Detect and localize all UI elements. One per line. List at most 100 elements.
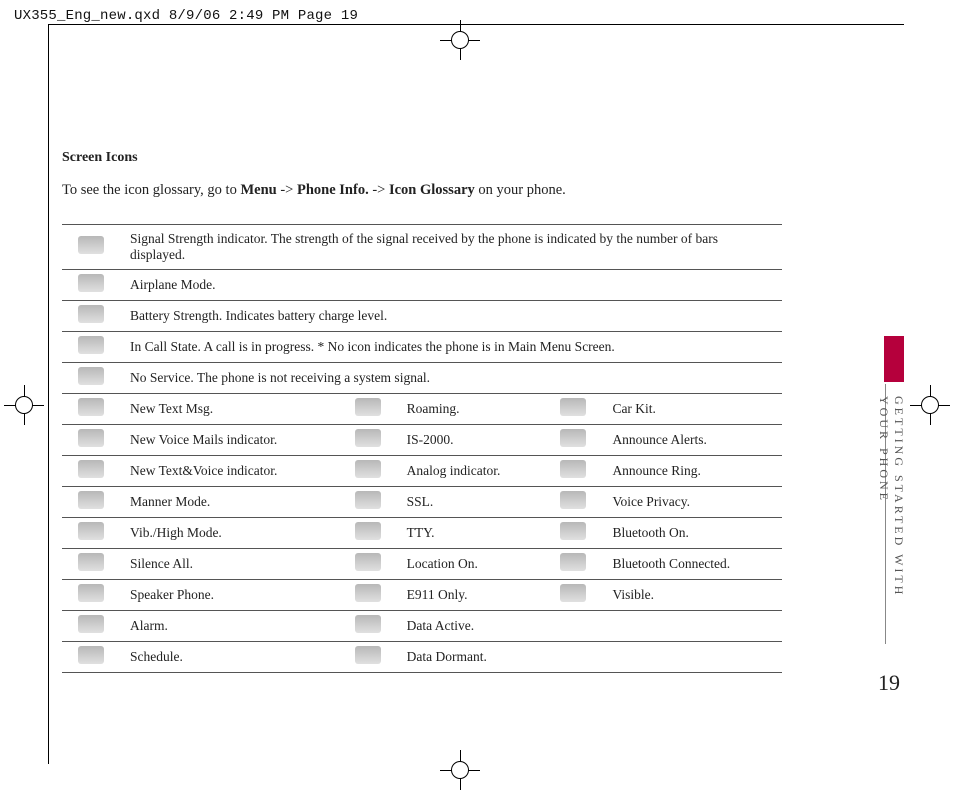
description-cell: Signal Strength indicator. The strength … (120, 224, 782, 269)
description-cell: Announce Ring. (602, 455, 782, 486)
description-cell: Alarm. (120, 610, 339, 641)
phone-icon (355, 553, 381, 571)
icon-cell (544, 610, 602, 641)
intro-bold-menu: Menu (240, 182, 276, 198)
table-row: Schedule. Data Dormant. (62, 641, 782, 672)
phone-icon (78, 305, 104, 323)
icon-cell (544, 579, 602, 610)
icon-cell (62, 362, 120, 393)
icon-cell (544, 548, 602, 579)
page-content: Screen Icons To see the icon glossary, g… (62, 150, 782, 673)
icon-table: Signal Strength indicator. The strength … (62, 224, 782, 673)
table-row: New Text&Voice indicator. Analog indicato… (62, 455, 782, 486)
phone-icon (560, 491, 586, 509)
table-row: New Text Msg. Roaming. Car Kit. (62, 393, 782, 424)
phone-icon (355, 615, 381, 633)
table-row: Signal Strength indicator. The strength … (62, 224, 782, 269)
description-cell (602, 610, 782, 641)
description-cell: New Voice Mails indicator. (120, 424, 339, 455)
icon-cell (339, 455, 397, 486)
registration-mark-left (4, 385, 44, 425)
print-slug: UX355_Eng_new.qxd 8/9/06 2:49 PM Page 19 (14, 8, 358, 24)
page-number: 19 (878, 670, 900, 696)
phone-icon (355, 491, 381, 509)
intro-text: -> (369, 182, 389, 198)
description-cell: Analog indicator. (397, 455, 545, 486)
icon-cell (62, 393, 120, 424)
description-cell: New Text&Voice indicator. (120, 455, 339, 486)
description-cell: Vib./High Mode. (120, 517, 339, 548)
description-cell: Bluetooth Connected. (602, 548, 782, 579)
intro-text: To see the icon glossary, go to (62, 182, 240, 198)
description-cell: SSL. (397, 486, 545, 517)
phone-icon (355, 584, 381, 602)
phone-icon (78, 615, 104, 633)
icon-cell (62, 300, 120, 331)
icon-cell (339, 579, 397, 610)
description-cell: IS-2000. (397, 424, 545, 455)
phone-icon (355, 522, 381, 540)
icon-cell (544, 424, 602, 455)
icon-cell (339, 393, 397, 424)
intro-bold-icon-glossary: Icon Glossary (389, 182, 475, 198)
intro-text: on your phone. (475, 182, 566, 198)
icon-cell (62, 517, 120, 548)
description-cell: Roaming. (397, 393, 545, 424)
phone-icon (78, 236, 104, 254)
phone-icon (355, 460, 381, 478)
table-row: Speaker Phone. E911 Only. Visible. (62, 579, 782, 610)
icon-cell (339, 486, 397, 517)
description-cell: E911 Only. (397, 579, 545, 610)
phone-icon (560, 553, 586, 571)
description-cell: Visible. (602, 579, 782, 610)
phone-icon (78, 584, 104, 602)
icon-cell (62, 579, 120, 610)
icon-cell (62, 486, 120, 517)
description-cell: Voice Privacy. (602, 486, 782, 517)
phone-icon (560, 584, 586, 602)
icon-cell (62, 424, 120, 455)
icon-cell (544, 486, 602, 517)
description-cell: Schedule. (120, 641, 339, 672)
table-row: Battery Strength. Indicates battery char… (62, 300, 782, 331)
table-row: Alarm. Data Active. (62, 610, 782, 641)
icon-cell (62, 548, 120, 579)
table-row: Manner Mode. SSL. Voice Privacy. (62, 486, 782, 517)
description-cell: Announce Alerts. (602, 424, 782, 455)
icon-cell (62, 331, 120, 362)
icon-cell (62, 269, 120, 300)
table-row: Airplane Mode. (62, 269, 782, 300)
phone-icon (355, 429, 381, 447)
phone-icon (78, 398, 104, 416)
intro-bold-phone-info: Phone Info. (297, 182, 369, 198)
phone-icon (560, 460, 586, 478)
description-cell: New Text Msg. (120, 393, 339, 424)
phone-icon (78, 274, 104, 292)
description-cell: Car Kit. (602, 393, 782, 424)
phone-icon (560, 522, 586, 540)
phone-icon (78, 491, 104, 509)
icon-cell (62, 610, 120, 641)
icon-cell (544, 517, 602, 548)
description-cell: Location On. (397, 548, 545, 579)
table-row: Vib./High Mode.TTY.Bluetooth On. (62, 517, 782, 548)
table-row: In Call State. A call is in progress. * … (62, 331, 782, 362)
icon-cell (339, 424, 397, 455)
icon-cell (544, 393, 602, 424)
phone-icon (78, 460, 104, 478)
icon-cell (544, 641, 602, 672)
table-row: New Voice Mails indicator. IS-2000. Announ… (62, 424, 782, 455)
icon-cell (339, 548, 397, 579)
table-row: No Service. The phone is not receiving a… (62, 362, 782, 393)
icon-cell (62, 224, 120, 269)
description-cell: Manner Mode. (120, 486, 339, 517)
phone-icon (78, 336, 104, 354)
phone-icon (78, 522, 104, 540)
description-cell: Silence All. (120, 548, 339, 579)
description-cell: Speaker Phone. (120, 579, 339, 610)
description-cell: Data Active. (397, 610, 545, 641)
intro-paragraph: To see the icon glossary, go to Menu -> … (62, 180, 782, 202)
description-cell: Data Dormant. (397, 641, 545, 672)
intro-text: -> (277, 182, 297, 198)
description-cell (602, 641, 782, 672)
